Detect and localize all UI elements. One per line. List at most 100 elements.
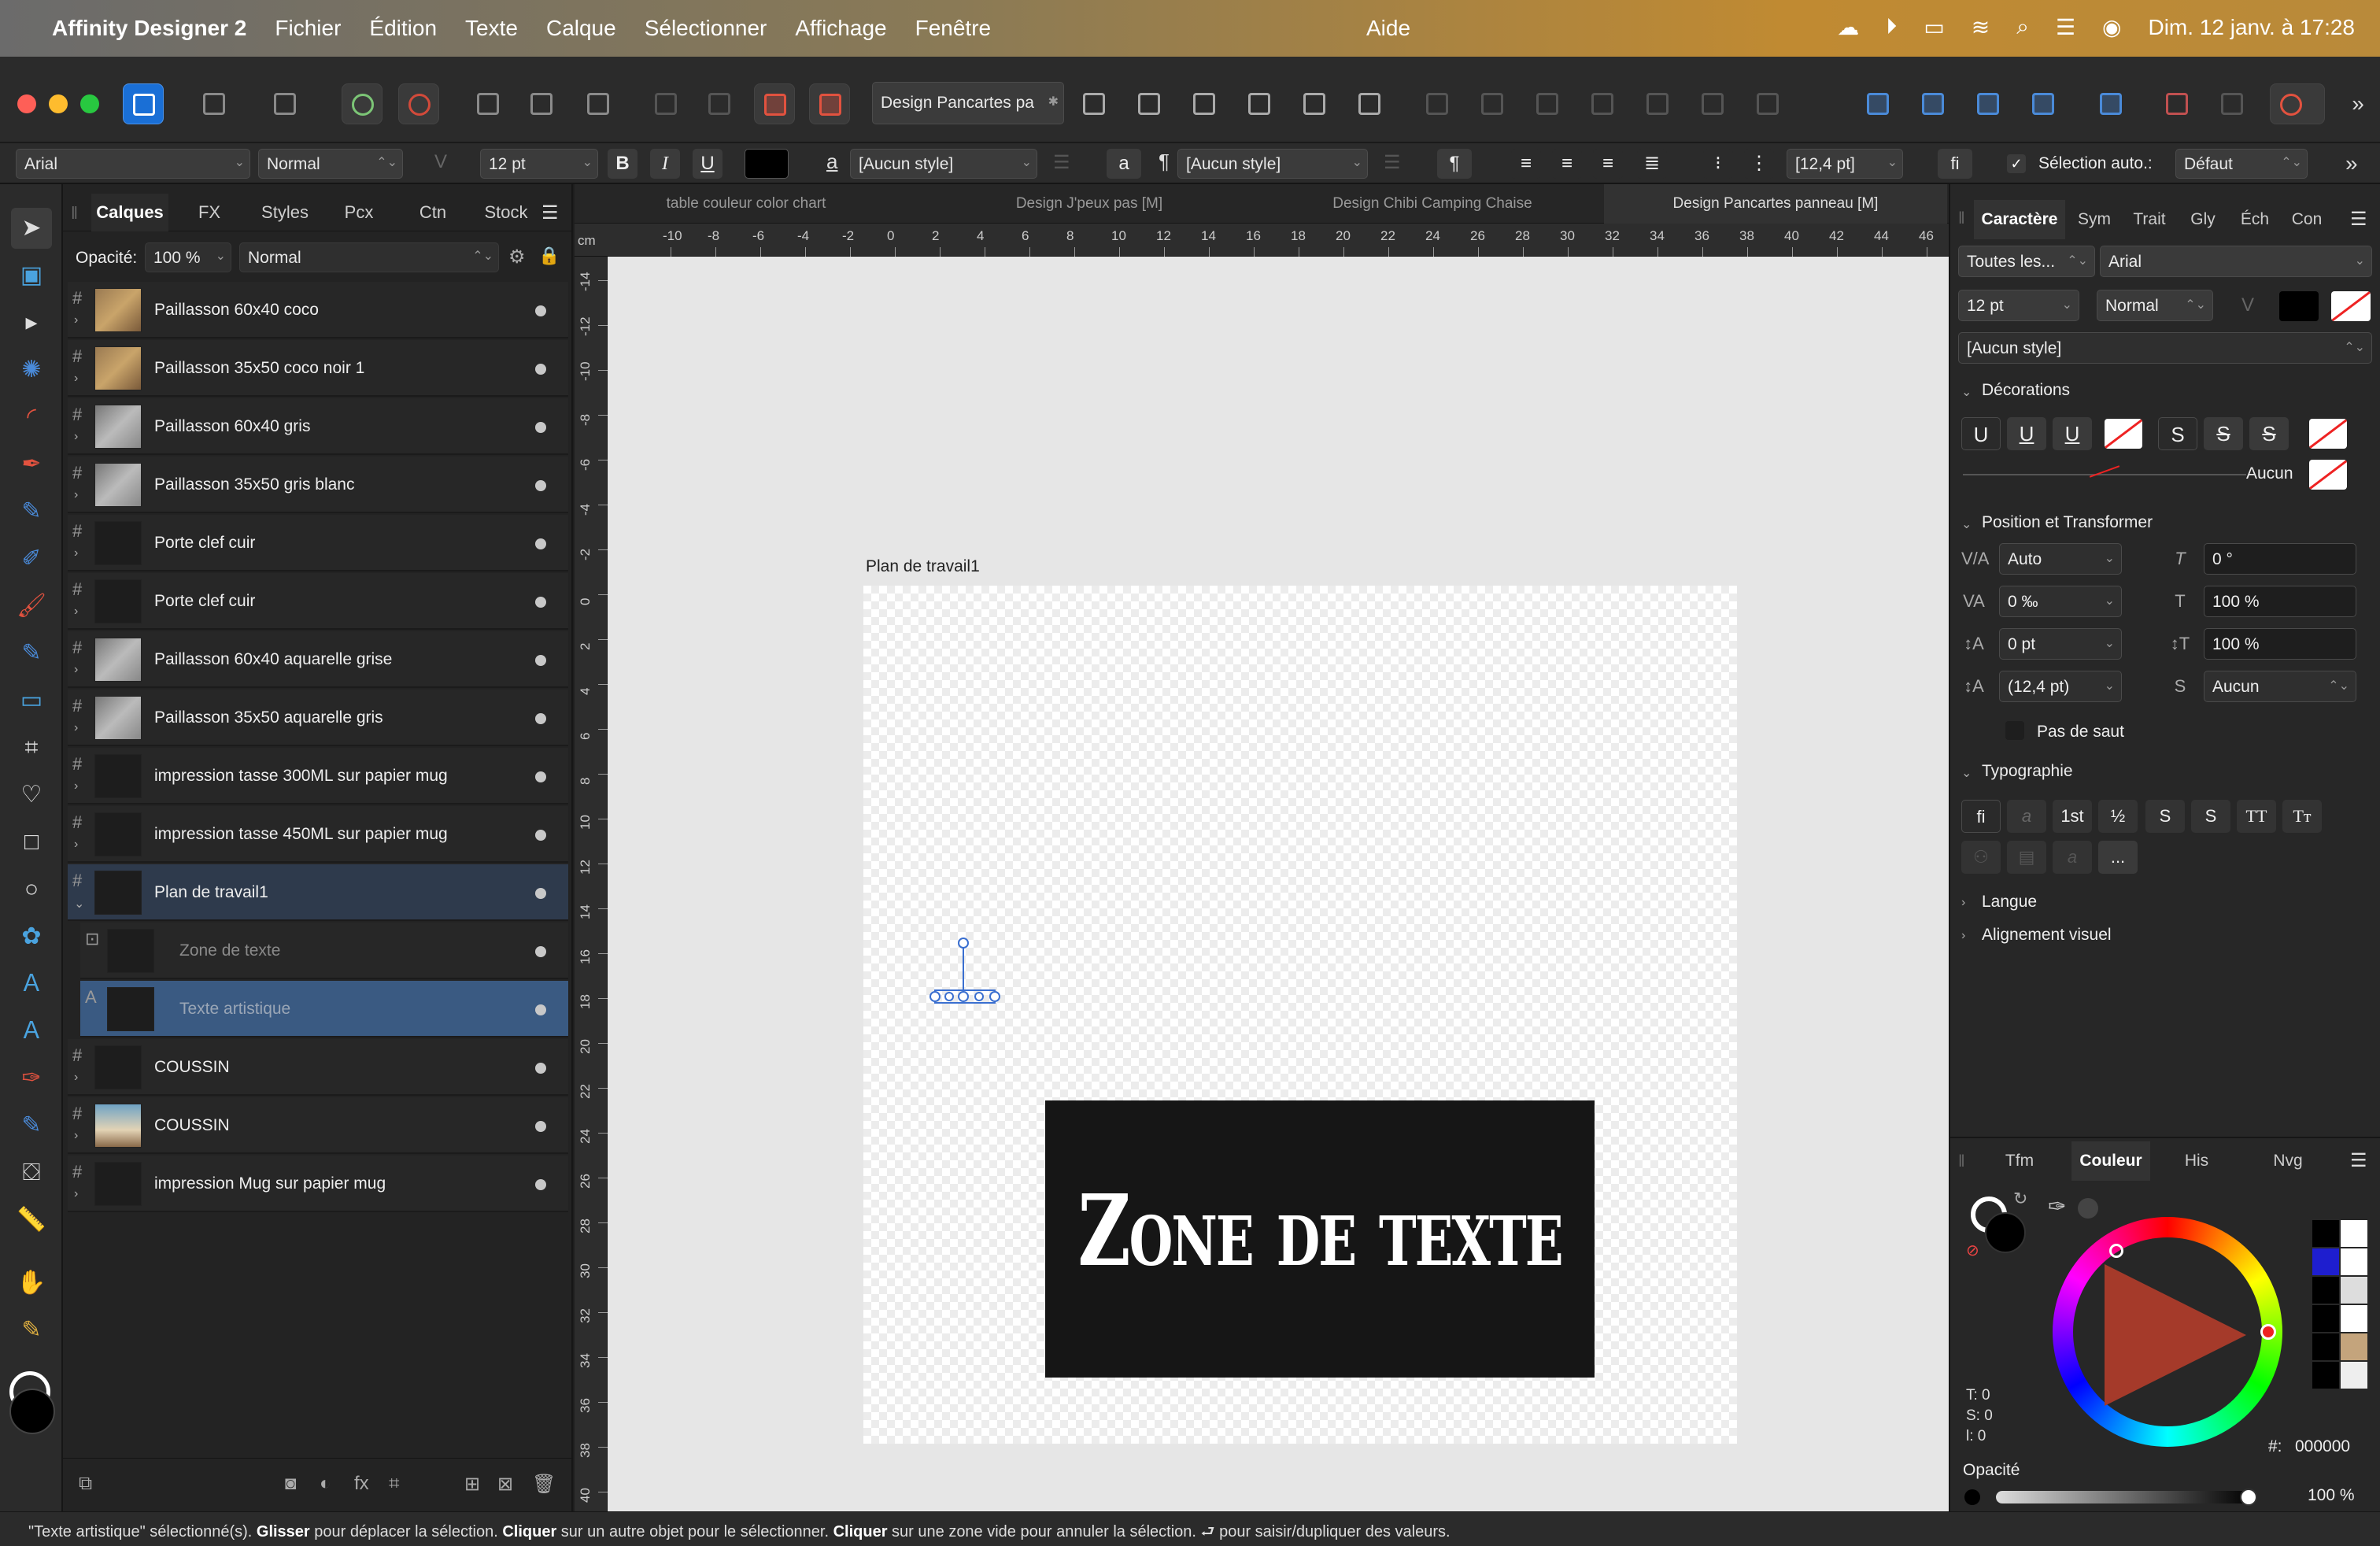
typo-superscript-button[interactable]: S bbox=[2145, 800, 2185, 833]
decoration-none-swatch[interactable] bbox=[2309, 460, 2347, 490]
font-traits-icon[interactable]: V bbox=[434, 151, 447, 173]
layer-lock-icon[interactable]: 🔒 bbox=[538, 246, 560, 266]
typo-alternate-button[interactable]: a bbox=[2007, 800, 2046, 833]
visibility-dot-icon[interactable] bbox=[535, 946, 546, 957]
baseline-field[interactable]: 0 pt ⌄ bbox=[1999, 628, 2122, 660]
visual-align-title[interactable]: Alignement visuel bbox=[1982, 926, 2112, 945]
chevron-right-icon[interactable]: › bbox=[74, 1129, 78, 1143]
align-text-center-button[interactable]: ≡ bbox=[1552, 149, 1582, 179]
typo-more-button[interactable]: ... bbox=[2098, 841, 2138, 874]
visibility-dot-icon[interactable] bbox=[535, 655, 546, 666]
visibility-dot-icon[interactable] bbox=[535, 480, 546, 491]
panel-grip-icon[interactable]: ‖ bbox=[1958, 1152, 1965, 1171]
justify-text-button[interactable]: ≣ bbox=[1637, 149, 1667, 179]
search-icon[interactable]: ⌕ bbox=[2016, 14, 2029, 40]
pixel-persona-button[interactable] bbox=[194, 83, 235, 124]
layer-opacity-field[interactable]: 100 % ⌄ bbox=[145, 242, 231, 272]
font-family-select-panel[interactable]: Arial ⌄ bbox=[2100, 246, 2372, 277]
designer-persona-button[interactable] bbox=[123, 83, 164, 124]
align-middle-button[interactable] bbox=[1294, 83, 1335, 124]
flip-horizontal-button[interactable] bbox=[1857, 83, 1898, 124]
align-right-button[interactable] bbox=[1184, 83, 1225, 124]
crop-tool-icon[interactable]: ⌗ bbox=[11, 727, 52, 768]
procedural-icon[interactable]: ⌗ bbox=[389, 1473, 400, 1495]
vertical-ruler[interactable]: -14 -12 -10 -8 -6 -4 -2 0 2 4 6 8 10 12 14 16 18 20 22 24 26… bbox=[575, 257, 608, 1546]
menu-fichier[interactable]: Fichier bbox=[275, 16, 341, 41]
visibility-dot-icon[interactable] bbox=[535, 888, 546, 899]
leading-field[interactable]: (12,4 pt) ⌄ bbox=[1999, 671, 2122, 702]
pen-tool-icon[interactable]: ✒ bbox=[11, 444, 52, 485]
layer-row[interactable]: A Texte artistique bbox=[80, 981, 568, 1037]
panel-menu-icon[interactable]: ☰ bbox=[541, 202, 559, 224]
rotate-left-button[interactable] bbox=[1968, 83, 2009, 124]
color-opacity-slider[interactable] bbox=[1996, 1489, 2257, 1506]
text-fill-swatch[interactable] bbox=[2279, 291, 2319, 321]
tab-sym[interactable]: Sym bbox=[2068, 200, 2120, 239]
chevron-down-icon[interactable]: ⌄ bbox=[74, 896, 84, 912]
distribute-button-4[interactable] bbox=[1582, 83, 1623, 124]
underline-custom-button[interactable]: U bbox=[2053, 417, 2092, 450]
arrange-back-button[interactable] bbox=[809, 83, 850, 124]
siri-icon[interactable]: ◉ bbox=[2102, 14, 2121, 40]
font-style-select[interactable]: Normal ⌃⌄ bbox=[258, 149, 403, 179]
strikethrough-single-button[interactable]: S bbox=[2158, 417, 2197, 450]
align-center-button[interactable] bbox=[1129, 83, 1170, 124]
text-frame-black[interactable]: Zone de texte bbox=[1045, 1100, 1595, 1378]
vector-brush-tool-icon[interactable]: ✐ bbox=[11, 538, 52, 579]
chevron-right-icon[interactable]: › bbox=[74, 605, 78, 619]
typo-style-button[interactable]: a bbox=[2053, 841, 2092, 874]
paragraph-style-select[interactable]: [Aucun style] ⌄ bbox=[1177, 149, 1368, 179]
menu-fenetre[interactable]: Fenêtre bbox=[915, 16, 992, 41]
menu-affichage[interactable]: Affichage bbox=[795, 16, 886, 41]
recent-swatch-7[interactable] bbox=[2312, 1305, 2339, 1332]
add-layer-icon[interactable]: ⊞ bbox=[464, 1473, 480, 1496]
no-color-icon[interactable]: ⊘ bbox=[1966, 1241, 1979, 1260]
recent-swatch-3[interactable] bbox=[2312, 1248, 2339, 1275]
character-style-select[interactable]: [Aucun style] ⌄ bbox=[850, 149, 1037, 179]
app-name-menu[interactable]: Affinity Designer 2 bbox=[52, 16, 246, 41]
picked-color-dot[interactable] bbox=[2078, 1198, 2098, 1219]
visibility-dot-icon[interactable] bbox=[535, 771, 546, 782]
layer-settings-gear-icon[interactable]: ⚙ bbox=[508, 246, 526, 268]
context-overflow-icon[interactable]: » bbox=[2345, 151, 2358, 176]
color-picker-tool-icon[interactable]: ✑ bbox=[11, 1058, 52, 1099]
visual-align-chevron-icon[interactable]: › bbox=[1961, 929, 1965, 943]
zoom-tool-icon[interactable]: ✎ bbox=[11, 1310, 52, 1351]
fill-bucket-tool-icon[interactable]: ⛋ bbox=[11, 1152, 52, 1193]
visibility-dot-icon[interactable] bbox=[535, 364, 546, 375]
rotate-right-button[interactable] bbox=[2023, 83, 2064, 124]
position-chevron-icon[interactable]: ⌄ bbox=[1961, 516, 1972, 532]
tab-stock[interactable]: Stock bbox=[471, 194, 541, 231]
tab-con[interactable]: Con bbox=[2282, 200, 2331, 239]
eyedropper-icon[interactable]: ✑ bbox=[2048, 1193, 2066, 1219]
wifi-icon[interactable]: ≋ bbox=[1972, 14, 1990, 40]
kerning-field[interactable]: Auto ⌄ bbox=[1999, 543, 2122, 575]
snapping-magnet-icon[interactable] bbox=[2270, 83, 2325, 124]
corner-tool-icon[interactable]: ◜ bbox=[11, 397, 52, 438]
chevron-right-icon[interactable]: › bbox=[74, 838, 78, 852]
layer-row[interactable]: # › COUSSIN bbox=[68, 1097, 568, 1154]
add-group-icon[interactable]: ⊠ bbox=[497, 1473, 513, 1496]
align-top-button[interactable] bbox=[1239, 83, 1280, 124]
export-persona-button[interactable] bbox=[264, 83, 305, 124]
align-bottom-button[interactable] bbox=[1349, 83, 1390, 124]
artboard-tool-icon[interactable]: ▣ bbox=[11, 255, 52, 296]
recent-swatch-4[interactable] bbox=[2341, 1248, 2367, 1275]
zone-de-texte-text[interactable]: Zone de texte bbox=[1045, 1174, 1595, 1289]
hex-field[interactable]: 000000 bbox=[2295, 1437, 2350, 1456]
node-tool-icon[interactable]: ▸ bbox=[11, 302, 52, 343]
bold-button[interactable]: B bbox=[608, 149, 638, 179]
chevron-right-icon[interactable]: › bbox=[74, 779, 78, 793]
recent-swatch-8[interactable] bbox=[2341, 1305, 2367, 1332]
text-stroke-swatch[interactable] bbox=[2331, 291, 2371, 321]
vertical-scale-field[interactable]: 100 % bbox=[2204, 586, 2356, 617]
visibility-dot-icon[interactable] bbox=[535, 713, 546, 724]
visibility-dot-icon[interactable] bbox=[535, 1004, 546, 1015]
menu-selectionner[interactable]: Sélectionner bbox=[645, 16, 767, 41]
typography-chevron-icon[interactable]: ⌄ bbox=[1961, 765, 1972, 781]
tab-nvg[interactable]: Nvg bbox=[2252, 1141, 2323, 1181]
visibility-dot-icon[interactable] bbox=[535, 1121, 546, 1132]
ellipse-tool-icon[interactable]: ○ bbox=[11, 869, 52, 910]
selection-box-button[interactable] bbox=[521, 83, 562, 124]
chevron-right-icon[interactable]: › bbox=[74, 1187, 78, 1201]
